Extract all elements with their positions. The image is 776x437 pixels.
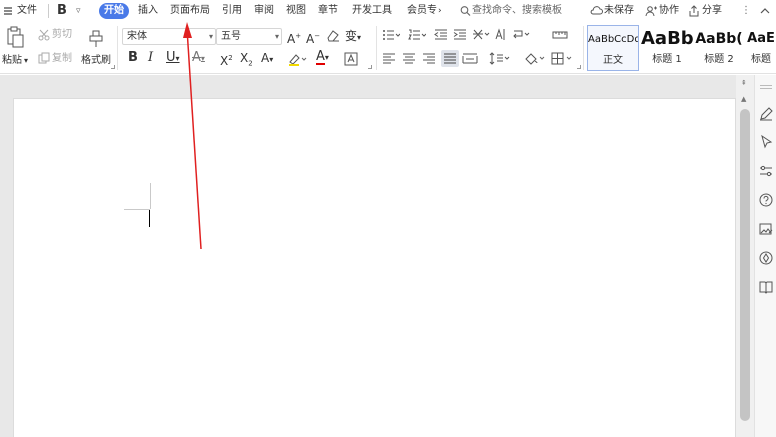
annotation-arrow [183,22,202,250]
